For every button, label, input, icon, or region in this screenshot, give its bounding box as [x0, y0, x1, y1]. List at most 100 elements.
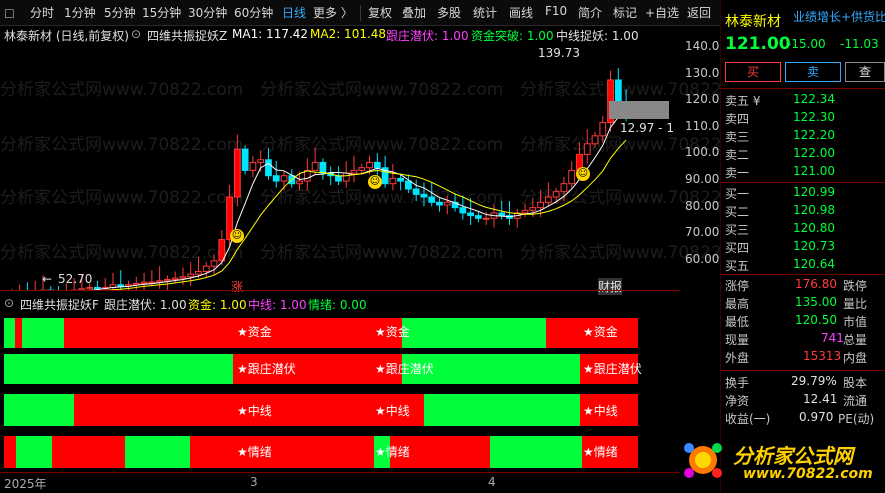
current-price: 121.00 — [725, 34, 791, 54]
stat-value: 12.41 — [803, 392, 838, 406]
bid-price: 120.73 — [793, 239, 835, 253]
ask-label: 卖一 — [725, 166, 750, 180]
candle-body — [94, 286, 101, 290]
jianjie-button[interactable]: 简介 — [578, 4, 602, 21]
bid-row: 买二 120.98 — [725, 203, 885, 220]
bid-price: 120.98 — [793, 203, 835, 217]
candlestick-chart[interactable] — [0, 44, 680, 290]
candle-body — [560, 183, 568, 193]
candle-body — [568, 169, 576, 185]
chart-info-bar: 林泰新材 (日线,前复权) ⊙ 四维共振捉妖Z MA1: 117.42 MA2:… — [0, 27, 680, 43]
stat-value: 29.79% — [791, 374, 837, 388]
query-button[interactable]: 查 — [845, 62, 885, 82]
tab-daily[interactable]: 日线 — [282, 4, 306, 21]
candle-body — [335, 175, 342, 182]
stat-label: 最低 — [725, 315, 750, 329]
ask-row: 卖一 121.00 — [725, 164, 885, 181]
band-segment — [4, 436, 16, 468]
zx-value: 中线捉妖: 1.00 — [556, 29, 639, 43]
f10-button[interactable]: F10 — [545, 4, 567, 18]
band-label: ★资金 — [237, 325, 272, 339]
stat-row: 涨停 176.80 跌停 — [725, 277, 885, 295]
tab-fenshi[interactable]: 分时 — [30, 4, 54, 21]
bid-price: 120.64 — [793, 257, 835, 271]
stock-concept[interactable]: 业绩增长+供货比 — [793, 8, 885, 25]
candle-body — [265, 159, 272, 177]
stat-value: 741 — [821, 331, 844, 345]
candle-body — [591, 135, 599, 145]
huaxian-button[interactable]: 画线 — [509, 4, 533, 21]
indicator-menu-icon[interactable]: ⊙ — [131, 27, 141, 41]
add-watchlist-button[interactable]: +自选 — [645, 4, 679, 21]
tab-30min[interactable]: 30分钟 — [188, 4, 227, 21]
buy-button[interactable]: 买 — [725, 62, 781, 82]
ask-label: 卖四 — [725, 112, 750, 126]
tab-more[interactable]: 更多 〉 — [313, 4, 353, 21]
candle-body — [164, 278, 171, 282]
indicator-name[interactable]: 四维共振捉妖F — [20, 296, 99, 313]
band-segment — [490, 436, 582, 468]
ma1-value: MA1: 117.42 — [232, 27, 309, 41]
bid-label: 买五 — [725, 259, 750, 273]
logo-url: www.70822.com — [743, 466, 873, 482]
back-button[interactable]: 返回 — [687, 4, 711, 21]
menu-icon[interactable]: ☐ — [4, 7, 15, 21]
tab-1min[interactable]: 1分钟 — [64, 4, 96, 21]
stat-label: 换手 — [725, 376, 750, 390]
bid-label: 买一 — [725, 187, 750, 201]
axis-tick: 100.00 — [685, 145, 727, 159]
band-label: ★资金 — [375, 325, 410, 339]
duogu-button[interactable]: 多股 — [437, 4, 461, 21]
smiley-icon: ☺ — [368, 175, 382, 189]
band-label: ★资金 — [583, 325, 618, 339]
band-segment — [64, 318, 402, 348]
qx-value: 情绪: 0.00 — [308, 298, 367, 312]
tab-15min[interactable]: 15分钟 — [142, 4, 181, 21]
band-segment — [22, 318, 64, 348]
biaoji-button[interactable]: 标记 — [613, 4, 637, 21]
stat-label: 涨停 — [725, 279, 750, 293]
candle-body — [210, 260, 218, 267]
quote-panel: 林泰新材 业绩增长+供货比 121.00 -15.00 -11.03 买 卖 查… — [684, 0, 885, 493]
stat-label: 净资 — [725, 394, 750, 408]
band-label: ★情绪 — [375, 445, 410, 459]
axis-tick: 140.00 — [685, 39, 727, 53]
low-price-label: 52.70 — [58, 272, 93, 286]
tab-5min[interactable]: 5分钟 — [104, 4, 136, 21]
bid-row: 买一 120.99 — [725, 185, 885, 202]
ma1-line — [90, 110, 627, 290]
indicator-bands — [4, 318, 638, 468]
axis-tick: 110.00 — [685, 119, 727, 133]
candle-body — [459, 207, 467, 214]
stat-label: 股本 — [843, 376, 868, 390]
zj-value: 资金: 1.00 — [188, 298, 247, 312]
ask-label: 卖三 — [725, 130, 750, 144]
indicator-menu-icon[interactable]: ⊙ — [4, 296, 14, 310]
candle-body — [249, 161, 257, 171]
ask-label: 卖五 ¥ — [725, 94, 761, 108]
zhang-marker: 涨 — [231, 280, 244, 294]
indicator-name[interactable]: 四维共振捉妖Z — [147, 27, 227, 44]
tab-60min[interactable]: 60分钟 — [234, 4, 273, 21]
stat-value: 176.80 — [795, 277, 837, 291]
stock-name: 林泰新材 — [725, 14, 781, 30]
sell-button[interactable]: 卖 — [785, 62, 841, 82]
fuquan-button[interactable]: 复权 — [368, 4, 392, 21]
candle-body — [272, 175, 280, 182]
band-label: ★跟庄潜伏 — [237, 362, 296, 376]
stat-row: 最低 120.50 市值 — [725, 313, 885, 331]
candle-body — [544, 196, 552, 203]
stat-label: PE(动) — [838, 412, 875, 426]
time-axis: 2025年 3 4 — [0, 472, 680, 493]
stat-row: 现量 741 总量 — [725, 331, 885, 349]
band-segment — [424, 394, 580, 426]
tongji-button[interactable]: 统计 — [473, 4, 497, 21]
diejia-button[interactable]: 叠加 — [402, 4, 426, 21]
candle-body — [311, 161, 319, 171]
logo-icon — [679, 438, 727, 482]
candle-body — [583, 143, 591, 155]
candle-body — [358, 167, 366, 171]
ask-price: 122.34 — [793, 92, 835, 106]
band-label: ★情绪 — [583, 445, 618, 459]
bid-label: 买四 — [725, 241, 750, 255]
